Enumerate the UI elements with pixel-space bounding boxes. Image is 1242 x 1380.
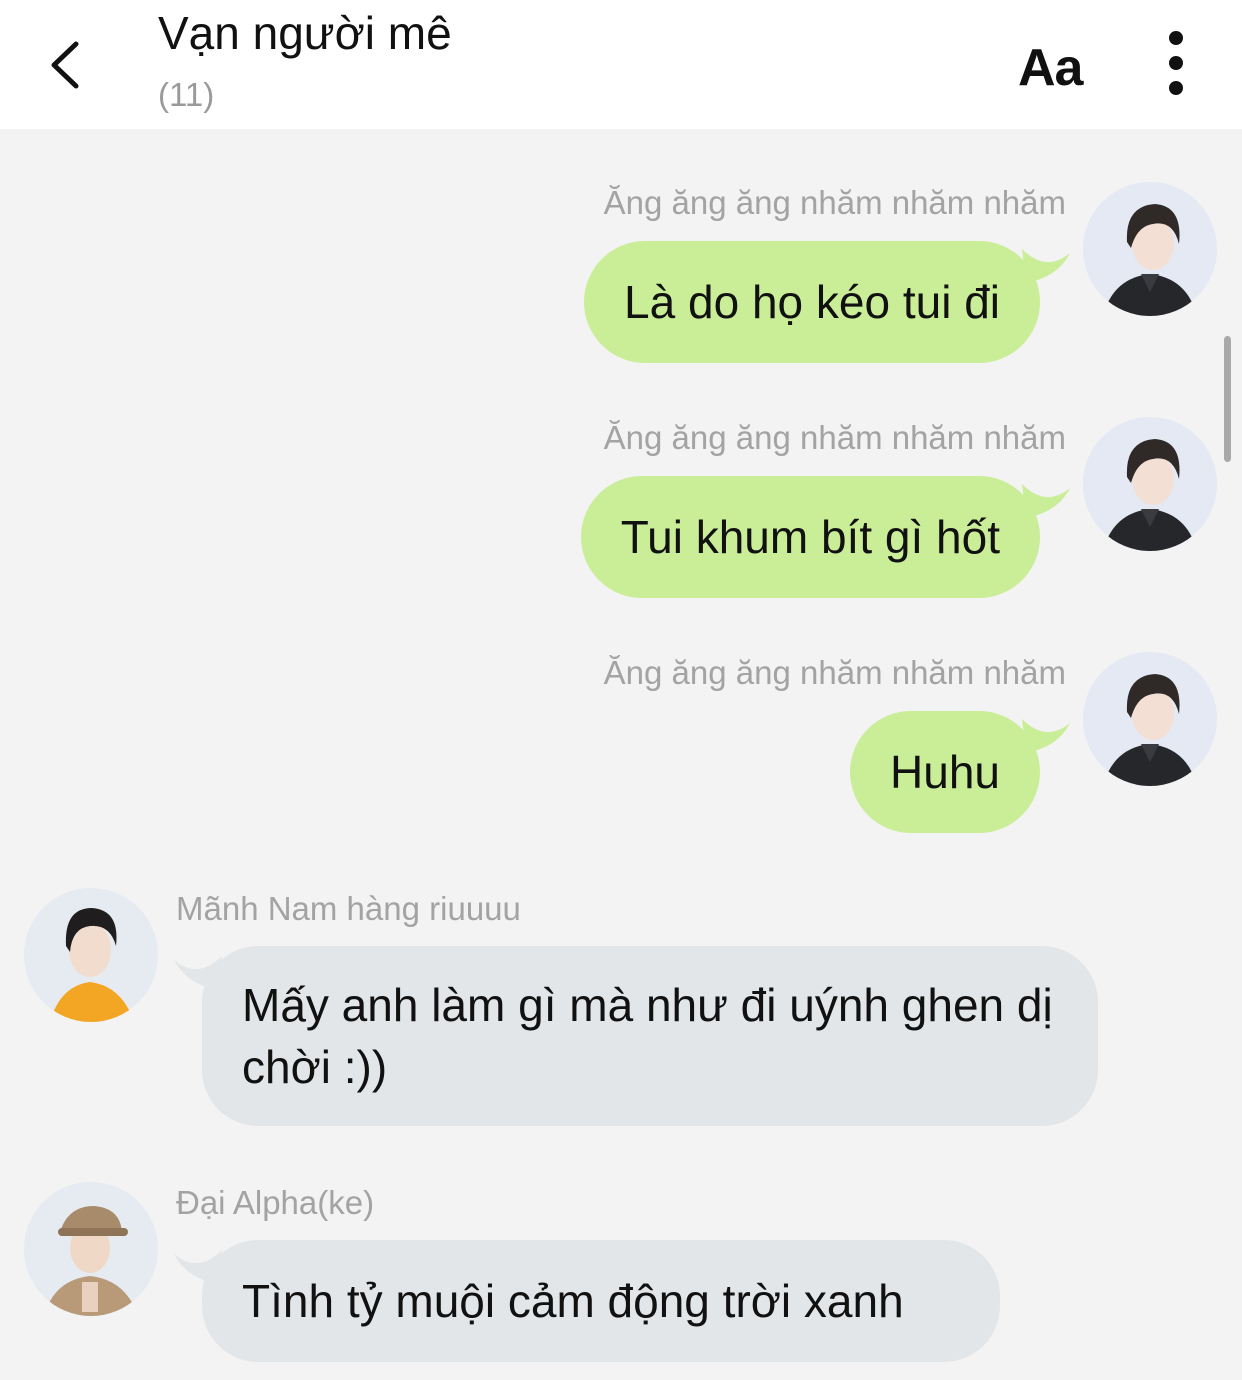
avatar[interactable] xyxy=(24,1182,158,1316)
sender-name: Ăng ăng ăng nhăm nhăm nhăm xyxy=(603,184,1066,221)
sender-name: Mãnh Nam hàng riuuuu xyxy=(176,890,521,927)
avatar[interactable] xyxy=(1083,652,1217,786)
avatar[interactable] xyxy=(1083,417,1217,551)
back-button[interactable] xyxy=(38,30,98,100)
sender-name: Ăng ăng ăng nhăm nhăm nhăm xyxy=(603,654,1066,691)
member-count: (11) xyxy=(158,76,215,113)
chat-header: Vạn người mê (11) Aa xyxy=(0,0,1242,129)
chat-title[interactable]: Vạn người mê xyxy=(158,6,452,60)
message-bubble[interactable]: Tình tỷ muội cảm động trời xanh xyxy=(202,1240,1000,1362)
message-bubble[interactable]: Tui khum bít gì hốt xyxy=(580,476,1040,598)
avatar[interactable] xyxy=(24,888,158,1022)
bubble-tail xyxy=(1022,719,1070,753)
message-bubble[interactable]: Mấy anh làm gì mà như đi uýnh ghen dị ch… xyxy=(202,946,1098,1126)
bubble-tail xyxy=(1022,249,1070,283)
message-bubble[interactable]: Huhu xyxy=(850,711,1040,833)
scrollbar[interactable] xyxy=(1224,336,1231,462)
sender-name: Ăng ăng ăng nhăm nhăm nhăm xyxy=(603,419,1066,456)
bubble-tail xyxy=(1022,484,1070,518)
avatar[interactable] xyxy=(1083,182,1217,316)
sender-name: Đại Alpha(ke) xyxy=(176,1184,375,1221)
font-size-button[interactable]: Aa xyxy=(1018,38,1083,98)
more-vertical-icon xyxy=(1169,31,1183,95)
more-options-button[interactable] xyxy=(1150,28,1202,100)
chevron-left-icon xyxy=(51,41,79,89)
message-bubble[interactable]: Là do họ kéo tui đi xyxy=(584,241,1040,363)
